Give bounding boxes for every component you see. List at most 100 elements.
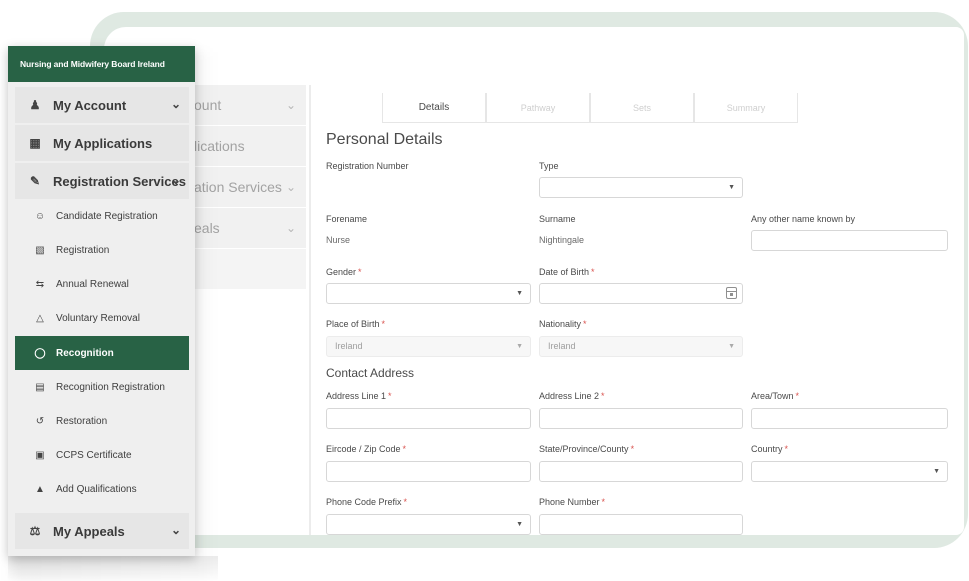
eircode-label: Eircode / Zip Code *	[326, 444, 406, 454]
surname-value: Nightingale	[539, 235, 585, 245]
document-check-icon: ▤	[35, 381, 45, 393]
edit-icon: ✎	[29, 174, 41, 188]
chevron-down-icon: ⌄	[170, 173, 181, 187]
sub-label: Annual Renewal	[56, 278, 129, 290]
required-mark: *	[583, 319, 587, 329]
other-name-input[interactable]	[751, 230, 948, 251]
phone-prefix-label-text: Phone Code Prefix	[326, 497, 402, 507]
required-mark: *	[381, 319, 386, 329]
renew-icon: ⇆	[35, 278, 45, 290]
divider	[309, 85, 311, 535]
other-name-label: Any other name known by	[751, 214, 856, 224]
user-icon: ♟	[29, 98, 41, 112]
country-select[interactable]: ▼	[751, 461, 948, 482]
caret-down-icon: ▼	[516, 521, 523, 528]
sub-label: Voluntary Removal	[56, 312, 140, 324]
phone-prefix-label: Phone Code Prefix *	[326, 497, 407, 507]
sidebar-item-recognition-registration[interactable]: ▤ Recognition Registration	[15, 370, 189, 404]
gender-select[interactable]: ▼	[326, 283, 531, 304]
country-label: Country *	[751, 444, 788, 454]
gender-label: Gender *	[326, 267, 362, 277]
chevron-down-icon: ⌄	[285, 221, 296, 235]
place-of-birth-value: Ireland	[335, 341, 363, 351]
type-label: Type	[539, 161, 559, 171]
nationality-select[interactable]: Ireland ▼	[539, 336, 743, 357]
place-of-birth-select[interactable]: Ireland ▼	[326, 336, 531, 357]
surname-label: Surname	[539, 214, 576, 224]
eircode-input[interactable]	[326, 461, 531, 482]
place-of-birth-label: Place of Birth *	[326, 319, 385, 329]
area-input[interactable]	[751, 408, 948, 429]
menu-label: My Appeals	[53, 523, 125, 539]
scales-icon: ⚖	[29, 524, 41, 538]
sidebar-item-restoration[interactable]: ↺ Restoration	[15, 404, 189, 438]
sidebar-item-registration[interactable]: ▧ Registration	[15, 233, 189, 267]
panel-reflection	[8, 556, 218, 581]
badge-icon: ◯	[34, 347, 46, 359]
required-mark: *	[601, 391, 605, 401]
address2-input[interactable]	[539, 408, 743, 429]
sidebar-item-voluntary-removal[interactable]: △ Voluntary Removal	[15, 301, 189, 335]
state-input[interactable]	[539, 461, 743, 482]
country-label-text: Country	[751, 444, 783, 454]
required-mark: *	[601, 497, 606, 507]
sidebar-item-recognition[interactable]: ◯ Recognition	[15, 336, 189, 370]
underlying-app: ount⌄ lications ation Services⌄ eals⌄ De…	[104, 27, 964, 535]
nationality-label-text: Nationality	[539, 319, 582, 329]
caret-down-icon: ▼	[728, 184, 735, 191]
document-icon: ▦	[29, 136, 41, 150]
required-mark: *	[784, 444, 789, 454]
document-icon: ▧	[35, 244, 45, 256]
caret-down-icon: ▼	[728, 343, 735, 350]
caret-down-icon: ▼	[516, 343, 523, 350]
phone-prefix-select[interactable]: ▼	[326, 514, 531, 535]
eircode-label-text: Eircode / Zip Code	[326, 444, 401, 454]
menu-label: Registration Services	[53, 173, 186, 189]
certificate-icon: ▣	[35, 449, 45, 461]
sub-label: Candidate Registration	[56, 210, 158, 222]
nationality-value: Ireland	[548, 341, 576, 351]
tab-sets[interactable]: Sets	[590, 93, 694, 123]
sidebar-item-annual-renewal[interactable]: ⇆ Annual Renewal	[15, 267, 189, 301]
area-label-text: Area/Town	[751, 391, 794, 401]
tab-details[interactable]: Details	[382, 93, 486, 123]
address2-label-text: Address Line 2	[539, 391, 600, 401]
state-label: State/Province/County *	[539, 444, 634, 454]
address1-input[interactable]	[326, 408, 531, 429]
caret-down-icon: ▼	[933, 468, 940, 475]
calendar-icon[interactable]	[726, 287, 737, 299]
phone-number-input[interactable]	[539, 514, 743, 535]
phone-number-label: Phone Number *	[539, 497, 605, 507]
dob-label: Date of Birth *	[539, 267, 595, 277]
sidebar-item-ccps-certificate[interactable]: ▣ CCPS Certificate	[15, 438, 189, 472]
area-label: Area/Town *	[751, 391, 799, 401]
tab-pathway[interactable]: Pathway	[486, 93, 590, 123]
type-select[interactable]: ▼	[539, 177, 743, 198]
wizard-tabs: Details Pathway Sets Summary	[382, 93, 798, 123]
sub-label: CCPS Certificate	[56, 449, 132, 461]
required-mark: *	[630, 444, 635, 454]
menu-my-appeals[interactable]: ⚖ My Appeals ⌄	[15, 513, 189, 549]
sidebar-item-candidate-registration[interactable]: ☺ Candidate Registration	[15, 199, 189, 233]
navigation-panel: Nursing and Midwifery Board Ireland ♟ My…	[8, 46, 195, 556]
contact-address-title: Contact Address	[326, 366, 415, 380]
caret-down-icon: ▼	[516, 290, 523, 297]
dob-label-text: Date of Birth	[539, 267, 590, 277]
menu-my-applications[interactable]: ▦ My Applications	[15, 125, 189, 161]
state-label-text: State/Province/County	[539, 444, 629, 454]
sub-label: Registration	[56, 244, 110, 256]
sub-label: Restoration	[56, 415, 108, 427]
address1-label-text: Address Line 1	[326, 391, 387, 401]
required-mark: *	[388, 391, 392, 401]
sub-label: Add Qualifications	[56, 483, 137, 495]
menu-registration-services[interactable]: ✎ Registration Services ⌄	[15, 163, 189, 199]
dob-input[interactable]	[539, 283, 743, 304]
menu-my-account[interactable]: ♟ My Account ⌄	[15, 87, 189, 123]
brand-header: Nursing and Midwifery Board Ireland	[8, 46, 195, 82]
undo-icon: ↺	[35, 415, 45, 427]
sub-label: Recognition	[56, 347, 114, 359]
chevron-down-icon: ⌄	[285, 180, 296, 194]
tab-summary[interactable]: Summary	[694, 93, 798, 123]
registration-number-label: Registration Number	[326, 161, 409, 171]
sidebar-item-add-qualifications[interactable]: ▲ Add Qualifications	[15, 472, 189, 506]
